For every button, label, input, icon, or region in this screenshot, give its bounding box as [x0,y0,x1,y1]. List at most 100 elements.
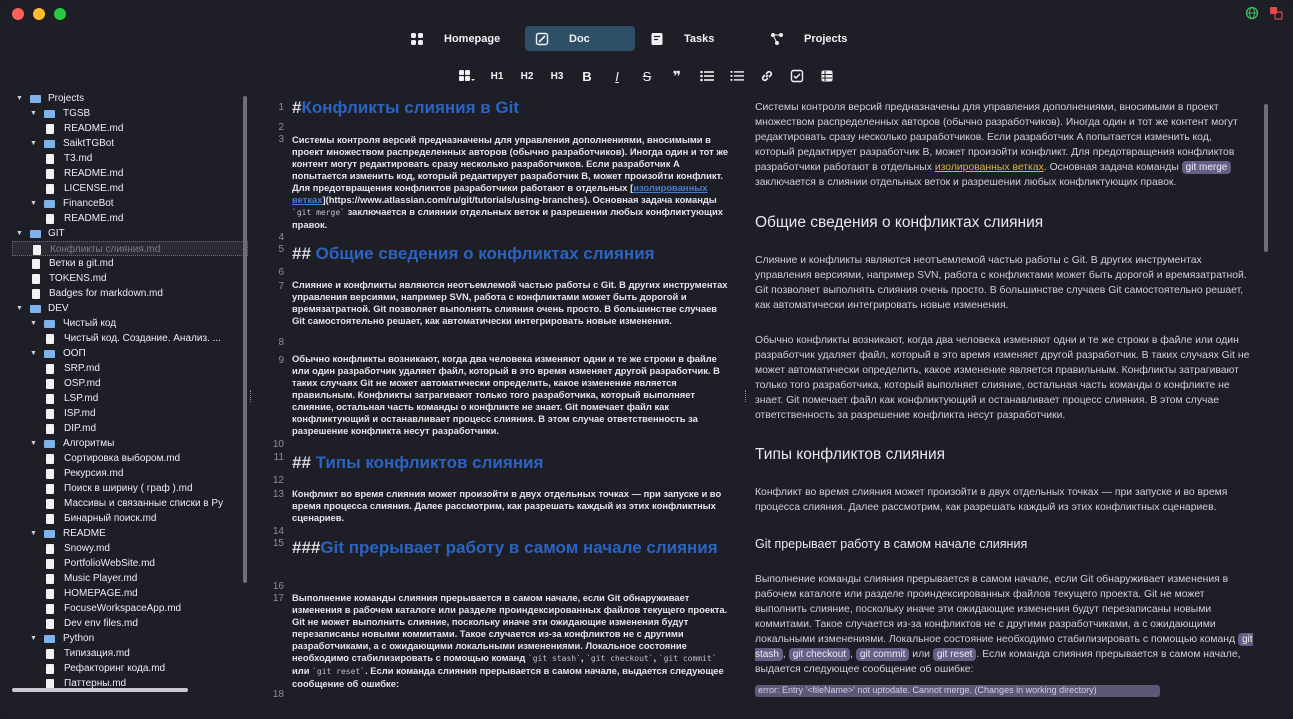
chevron-down-icon[interactable]: ▼ [30,316,40,331]
nav-projects[interactable]: Projects [760,26,880,51]
nav-tasks[interactable]: Tasks [640,26,750,51]
folder-icon [44,200,55,208]
tree-folder[interactable]: ▼ SaiktTGBot [12,136,248,151]
bullet-list-button[interactable] [692,66,722,86]
tree-folder[interactable]: ▼ ООП [12,346,248,361]
tree-file[interactable]: Рефакторинг кода.md [12,661,248,676]
translate-icon[interactable] [1269,6,1283,20]
tree-item-label: README [63,528,106,539]
tree-file[interactable]: TOKENS.md [12,271,248,286]
tree-folder[interactable]: ▼ README [12,526,248,541]
tree-file[interactable]: Чистый код. Создание. Анализ. ... [12,331,248,346]
globe-icon[interactable] [1245,6,1259,20]
tree-folder[interactable]: ▼ Python [12,631,248,646]
nav-doc[interactable]: Doc [525,26,635,51]
tree-file[interactable]: LSP.md [12,391,248,406]
chevron-down-icon[interactable]: ▼ [16,91,26,106]
tree-file[interactable]: PortfolioWebSite.md [12,556,248,571]
chevron-down-icon[interactable]: ▼ [30,346,40,361]
tree-file[interactable]: OSP.md [12,376,248,391]
tree-folder[interactable]: ▼ TGSB [12,106,248,121]
tree-file[interactable]: SRP.md [12,361,248,376]
chevron-down-icon[interactable]: ▼ [30,196,40,211]
tree-file[interactable]: HOMEPAGE.md [12,586,248,601]
sidebar-scrollbar[interactable] [243,96,247,583]
file-icon [32,274,40,284]
table-button[interactable] [812,66,842,86]
file-icon [46,424,54,434]
tree-folder[interactable]: ▼ FinanceBot [12,196,248,211]
minimize-window-button[interactable] [33,8,45,20]
tree-file[interactable]: Поиск в ширину ( граф ).md [12,481,248,496]
folder-icon [30,305,41,313]
tree-file[interactable]: Music Player.md [12,571,248,586]
chevron-down-icon[interactable]: ▼ [30,436,40,451]
file-icon [46,334,54,344]
tree-item-label: HOMEPAGE.md [64,588,138,599]
tree-file[interactable]: Рекурсия.md [12,466,248,481]
tree-file[interactable]: Бинарный поиск.md [12,511,248,526]
chevron-down-icon[interactable]: ▼ [30,136,40,151]
quote-button[interactable]: ❞ [662,66,692,86]
file-icon [46,184,54,194]
chevron-down-icon[interactable]: ▼ [30,526,40,541]
ordered-list-button[interactable] [722,66,752,86]
tree-item-label: Dev env files.md [64,618,138,629]
markdown-editor[interactable]: 1 2 3 4 5 6 7 8 9 10 11 12 13 14 15 16 17 18 #Конфликты с… [262,94,740,704]
tree-file[interactable]: README.md [12,211,248,226]
editor-splitter-right[interactable] [745,390,747,402]
nav-homepage[interactable]: Homepage [400,26,520,51]
chevron-down-icon[interactable]: ▼ [16,301,26,316]
projects-icon [770,32,784,46]
chevron-down-icon[interactable]: ▼ [30,106,40,121]
chevron-down-icon[interactable]: ▼ [30,631,40,646]
nav-homepage-label: Homepage [444,32,501,45]
strike-button[interactable]: S [632,66,662,86]
app-window: Homepage Doc Tasks Projects H1 H2 H3 B I… [0,0,1293,719]
zoom-window-button[interactable] [54,8,66,20]
tree-file[interactable]: DIP.md [12,421,248,436]
link-icon [761,70,773,82]
h3-button[interactable]: H3 [542,66,572,86]
tree-file[interactable]: README.md [12,121,248,136]
close-window-button[interactable] [12,8,24,20]
tree-file[interactable]: Dev env files.md [12,616,248,631]
bold-button[interactable]: B [572,66,602,86]
preview-link[interactable]: изолированных ветках [935,162,1044,173]
tree-file[interactable]: LICENSE.md [12,181,248,196]
tree-item-label: LICENSE.md [64,183,124,194]
editor-splitter-left[interactable] [250,390,252,402]
tree-file[interactable]: T3.md [12,151,248,166]
checkbox-button[interactable] [782,66,812,86]
link-button[interactable] [752,66,782,86]
tree-file[interactable]: Snowy.md [12,541,248,556]
tree-folder[interactable]: ▼ Projects [12,91,248,106]
line-number: 5 [278,244,284,255]
tree-file[interactable]: ISP.md [12,406,248,421]
file-icon [46,154,54,164]
tree-file[interactable]: README.md [12,166,248,181]
tree-file[interactable]: Типизация.md [12,646,248,661]
tree-file[interactable]: Конфликты слияния.md [12,241,248,256]
tree-folder[interactable]: ▼ Алгоритмы [12,436,248,451]
tree-file[interactable]: Массивы и связанные списки в Ру [12,496,248,511]
tree-file[interactable]: Сортировка выбором.md [12,451,248,466]
tree-folder[interactable]: ▼ GIT [12,226,248,241]
chevron-down-icon[interactable]: ▼ [16,226,26,241]
tree-file[interactable]: Ветки в git.md [12,256,248,271]
tree-folder[interactable]: ▼ DEV [12,301,248,316]
folder-icon [44,140,55,148]
tree-file[interactable]: Badges for markdown.md [12,286,248,301]
main-nav: Homepage Doc Tasks Projects [400,26,880,51]
editor-paragraph-4: Конфликт во время слияния может произойт… [292,488,722,523]
tree-file[interactable]: FocuseWorkspaceApp.md [12,601,248,616]
line-number: 18 [272,689,284,700]
tree-folder[interactable]: ▼ Чистый код [12,316,248,331]
line-number: 17 [272,593,284,604]
blocks-menu-button[interactable] [452,66,482,86]
italic-button[interactable]: I [602,66,632,86]
preview-scrollbar[interactable] [1264,104,1268,252]
h2-button[interactable]: H2 [512,66,542,86]
h1-button[interactable]: H1 [482,66,512,86]
sidebar-horizontal-scrollbar[interactable] [12,688,188,692]
